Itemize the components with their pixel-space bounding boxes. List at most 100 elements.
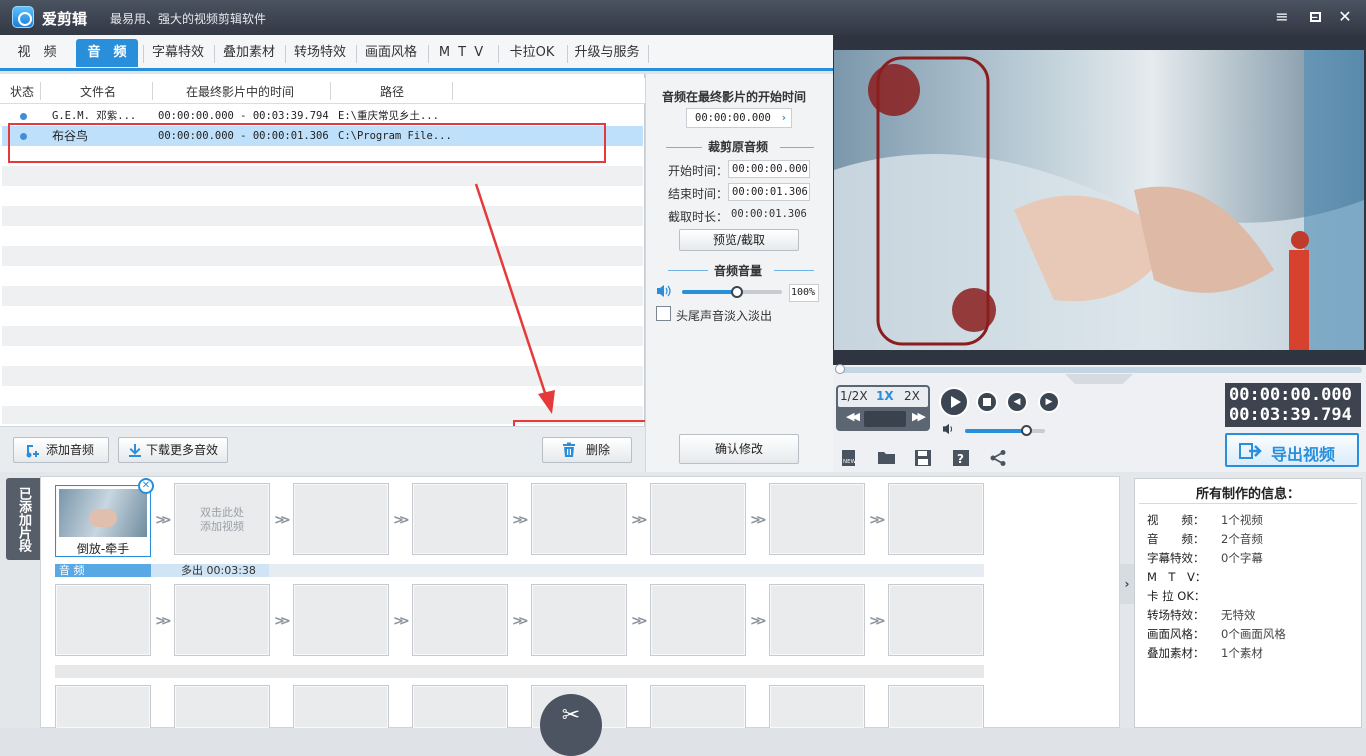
share-icon[interactable] (989, 449, 1007, 467)
speed-double[interactable]: 2X (904, 389, 920, 403)
player-volume-icon[interactable] (941, 423, 957, 435)
audio-track-extra: 多出 00:03:38 (151, 564, 269, 577)
empty-clip-slot[interactable] (412, 483, 508, 555)
project-info-panel: 所有制作的信息： 视 频： 1个视频 音 频： 2个音频 字幕特效： 0个字幕 … (1134, 478, 1362, 728)
open-folder-icon[interactable] (877, 450, 897, 466)
time-display: 00:00:00.000 00:03:39.794 (1225, 383, 1361, 427)
empty-clip-slot[interactable] (888, 483, 984, 555)
empty-clip-slot[interactable] (174, 584, 270, 656)
jog-wheel[interactable] (864, 411, 906, 427)
arrow-icon: >> (512, 614, 529, 629)
empty-clip-slot[interactable] (769, 685, 865, 728)
empty-clip-slot[interactable] (650, 685, 746, 728)
export-icon (1239, 443, 1262, 459)
arrow-icon: >> (155, 614, 172, 629)
speaker-icon[interactable] (656, 284, 672, 298)
empty-hint-2: 添加视频 (200, 520, 244, 533)
info-label-mtv: M T V： (1147, 570, 1207, 584)
play-button[interactable] (939, 387, 969, 417)
added-clips-tab: 已添加片段 (6, 478, 40, 560)
empty-clip-slot[interactable] (55, 584, 151, 656)
fade-checkbox[interactable] (656, 306, 671, 321)
help-icon[interactable]: ? (952, 449, 970, 467)
arrow-icon: >> (750, 614, 767, 629)
add-audio-label: 添加音频 (45, 443, 94, 457)
arrow-icon: >> (750, 513, 767, 528)
new-project-icon[interactable]: NEW (840, 449, 858, 467)
empty-clip-slot[interactable]: 双击此处 添加视频 (174, 483, 270, 555)
audio-track-empty[interactable] (55, 665, 984, 678)
empty-clip-slot[interactable] (293, 483, 389, 555)
end-label: 结束时间： (668, 187, 729, 201)
duration-value: 00:00:01.306 (731, 208, 807, 220)
info-value-audio: 2个音频 (1221, 532, 1263, 546)
player-controls: 1/2X 1X 2X ◀◀ ▶▶ ◀ ▶ 00:00:00.000 00:03:… (833, 364, 1366, 472)
scissors-icon[interactable]: ✂ (540, 694, 602, 756)
arrow-icon: >> (631, 614, 648, 629)
empty-clip-slot[interactable] (293, 685, 389, 728)
volume-value[interactable]: 100% (789, 284, 819, 302)
delete-button[interactable]: 删除 (542, 437, 632, 463)
preview-panel: 1/2X 1X 2X ◀◀ ▶▶ ◀ ▶ 00:00:00.000 00:03:… (833, 35, 1366, 472)
player-volume-slider[interactable] (965, 425, 1045, 436)
save-icon[interactable] (914, 449, 932, 467)
fast-forward-icon[interactable]: ▶▶ (912, 410, 926, 423)
start-time-value: 00:00:00.000 (695, 112, 771, 124)
empty-clip-slot[interactable] (412, 584, 508, 656)
start-time-field[interactable]: 00:00:00.000 › (686, 108, 792, 128)
download-icon (129, 444, 141, 457)
audio-track[interactable]: 音 频 多出 00:03:38 (55, 564, 984, 577)
empty-clip-slot[interactable] (888, 685, 984, 728)
audio-track-label: 音 频 (55, 564, 151, 577)
rewind-icon[interactable]: ◀◀ (846, 410, 860, 423)
add-audio-button[interactable]: 添加音频 (13, 437, 109, 463)
empty-clip-slot[interactable] (174, 685, 270, 728)
empty-clip-slot[interactable] (531, 483, 627, 555)
empty-clip-slot[interactable] (293, 584, 389, 656)
speed-normal[interactable]: 1X (876, 389, 894, 403)
clip-caption: 倒放-牵手 (76, 542, 130, 556)
chevron-right-icon[interactable]: › (781, 109, 787, 127)
remove-clip-icon[interactable]: ✕ (138, 478, 154, 494)
info-label-audio: 音 频： (1147, 532, 1205, 546)
empty-clip-slot[interactable] (888, 584, 984, 656)
volume-knob[interactable] (731, 286, 743, 298)
empty-clip-slot[interactable] (531, 584, 627, 656)
arrow-icon: >> (512, 513, 529, 528)
download-more-button[interactable]: 下载更多音效 (118, 437, 228, 463)
confirm-button[interactable]: 确认修改 (679, 434, 799, 464)
player-volume-knob[interactable] (1021, 425, 1033, 436)
chevron-down-icon[interactable] (1065, 374, 1133, 384)
prev-frame-button[interactable]: ◀ (1006, 391, 1028, 413)
stop-button[interactable] (976, 391, 998, 413)
empty-clip-slot[interactable] (650, 584, 746, 656)
info-label-video: 视 频： (1147, 513, 1205, 527)
export-label: 导出视频 (1271, 445, 1336, 464)
empty-clip-slot[interactable] (412, 685, 508, 728)
empty-clip-slot[interactable] (769, 483, 865, 555)
info-label-transition: 转场特效： (1147, 608, 1205, 622)
expand-panel-icon[interactable]: › (1120, 564, 1134, 604)
export-video-button[interactable]: 导出视频 (1225, 433, 1359, 467)
crop-end-field[interactable]: 00:00:01.306 (728, 183, 810, 201)
svg-text:?: ? (957, 452, 964, 466)
info-value-overlay: 1个素材 (1221, 646, 1263, 660)
info-value-video: 1个视频 (1221, 513, 1263, 527)
volume-slider[interactable] (682, 286, 782, 298)
progress-knob[interactable] (835, 364, 845, 374)
next-frame-button[interactable]: ▶ (1038, 391, 1060, 413)
play-icon (951, 396, 961, 408)
crop-start-field[interactable]: 00:00:00.000 (728, 160, 810, 178)
speed-half[interactable]: 1/2X (840, 389, 868, 403)
progress-bar[interactable] (835, 364, 1362, 374)
fade-label: 头尾声音淡入淡出 (676, 309, 773, 323)
arrow-icon: >> (393, 513, 410, 528)
arrow-icon: >> (274, 513, 291, 528)
clip-thumbnail[interactable]: 倒放-牵手 ✕ (55, 478, 154, 557)
empty-clip-slot[interactable] (650, 483, 746, 555)
preview-cut-button[interactable]: 预览/截取 (679, 229, 799, 251)
empty-clip-slot[interactable] (769, 584, 865, 656)
stop-icon (983, 398, 991, 406)
info-title: 所有制作的信息： (1195, 487, 1300, 502)
empty-clip-slot[interactable] (55, 685, 151, 728)
